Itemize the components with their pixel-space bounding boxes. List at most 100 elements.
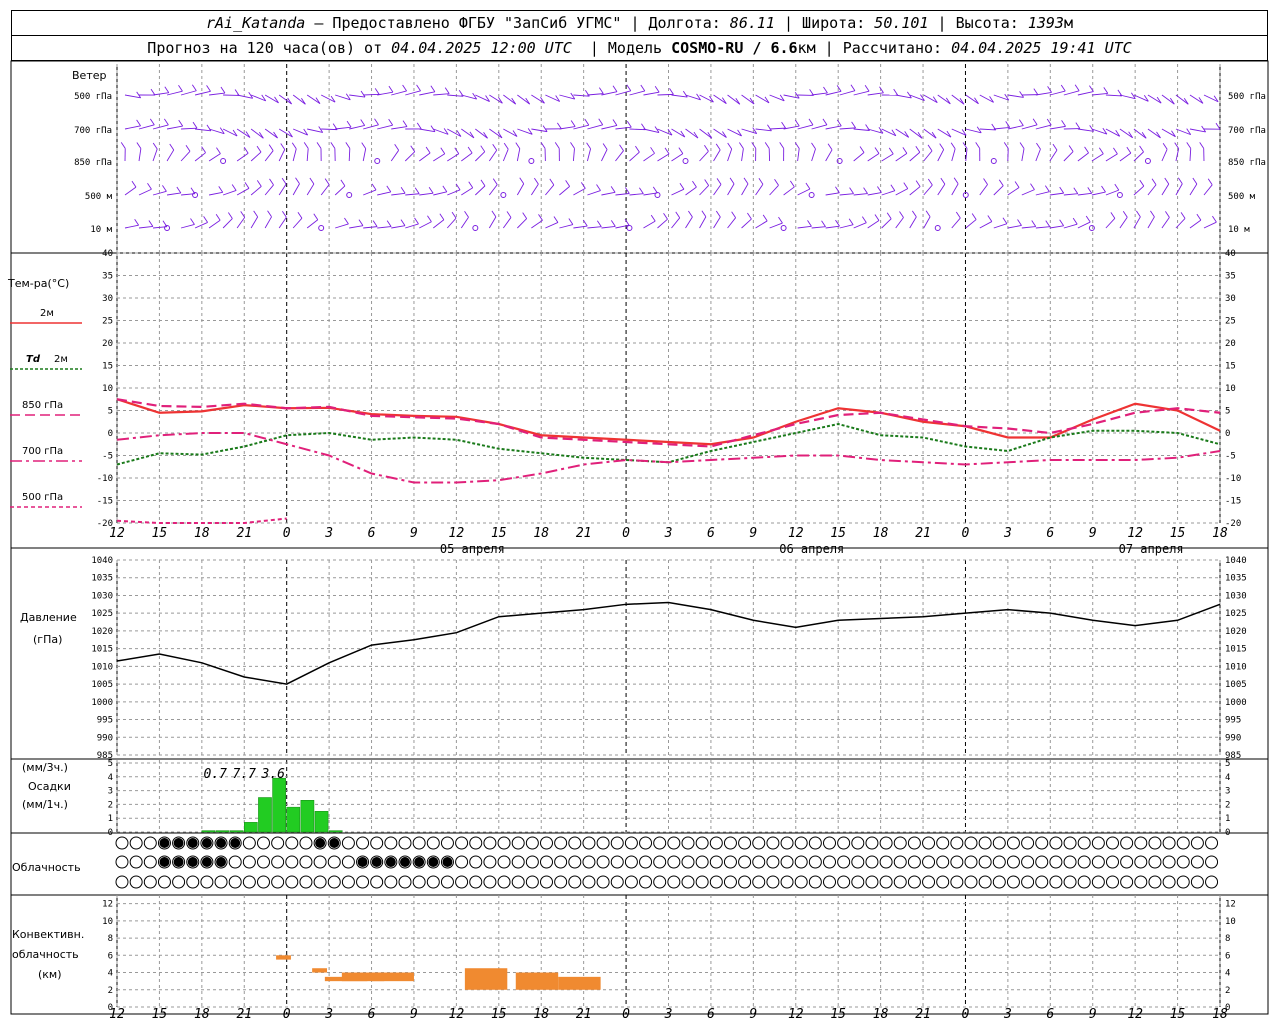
- wind-barb: [1035, 191, 1050, 196]
- wind-barb-feather: [164, 86, 170, 93]
- wind-calm: [808, 192, 815, 198]
- wind-barb-feather: [178, 84, 183, 92]
- wind-barb-feather: [402, 120, 408, 127]
- wind-barb: [1147, 128, 1161, 139]
- prec-tick-right: 3: [1225, 787, 1230, 797]
- wind-barb-feather: [515, 142, 521, 149]
- wind-barb: [741, 218, 752, 229]
- wind-barb-feather: [781, 121, 786, 129]
- wind-barb-feather: [414, 217, 419, 225]
- wind-barb-feather: [427, 215, 432, 223]
- wind-barb: [629, 90, 645, 96]
- wind-barb: [390, 150, 400, 162]
- wind-barb-feather: [346, 120, 352, 128]
- temp-tick-right: 25: [1225, 317, 1236, 327]
- wind-barb-feather: [374, 118, 379, 126]
- pres-tick-right: 1015: [1225, 645, 1247, 655]
- precip-bar: [258, 797, 272, 833]
- wind-calm: [990, 158, 997, 164]
- wind-barb-feather: [893, 88, 899, 96]
- cloud-fill: [173, 838, 184, 848]
- wind-barb: [587, 226, 602, 229]
- cloud-symbol: [299, 836, 313, 850]
- hour-tick: 18: [873, 1007, 889, 1022]
- cloud-symbol: [1006, 855, 1020, 869]
- wind-barb-feather: [540, 142, 546, 149]
- pres-tick-right: 1020: [1225, 627, 1247, 637]
- wind-barb: [488, 184, 498, 196]
- wind-barb: [1189, 219, 1202, 229]
- wind-barb: [797, 124, 814, 130]
- cloud-symbol: [893, 836, 907, 850]
- wind-barb-feather: [234, 89, 240, 96]
- prec-tick-right: 5: [1225, 759, 1230, 769]
- cloud-symbol: [1134, 855, 1148, 869]
- cloud-fill: [400, 857, 410, 867]
- wind-barb: [363, 189, 377, 196]
- cloud-symbol: [808, 836, 822, 850]
- wind-label: Ветер: [72, 69, 106, 82]
- wind-barb: [236, 152, 249, 162]
- wind-barb: [488, 216, 497, 229]
- wind-barb: [433, 153, 446, 162]
- wind-barb-feather: [1186, 142, 1192, 149]
- cloud-symbol: [186, 875, 200, 889]
- hour-tick: 21: [915, 526, 931, 541]
- wind-barb: [755, 128, 772, 132]
- wind-barb-feather: [468, 181, 474, 188]
- wind-barb: [909, 128, 923, 139]
- cloud-symbol: [653, 836, 667, 850]
- wind-barb: [1049, 192, 1064, 196]
- wind-barb-feather: [503, 142, 509, 150]
- conv-segment: [515, 972, 559, 990]
- hour-tick: 21: [576, 1007, 592, 1022]
- cloud-symbol: [667, 875, 681, 889]
- wind-barb: [1021, 124, 1038, 130]
- cloud-symbol: [695, 875, 709, 889]
- wind-barb: [349, 94, 366, 98]
- hour-tick: 21: [236, 1007, 252, 1022]
- cloud-symbol: [172, 875, 186, 889]
- cloud-symbol: [794, 875, 808, 889]
- pres-tick-right: 995: [1225, 716, 1241, 726]
- wind-barb-feather: [1075, 122, 1081, 129]
- wind-barb-feather: [805, 182, 811, 190]
- wind-barb: [559, 126, 576, 130]
- wind-barb: [1189, 148, 1192, 162]
- wind-barb: [755, 94, 770, 104]
- wind-barb: [250, 186, 262, 196]
- cloud-symbol: [1063, 855, 1077, 869]
- wind-barb-feather: [388, 85, 394, 93]
- wind-barb: [124, 186, 137, 196]
- cloud-symbol: [978, 855, 992, 869]
- cloud-symbol: [1205, 836, 1219, 850]
- cloud-symbol: [1120, 875, 1134, 889]
- wind-barb: [586, 148, 592, 162]
- cloud-symbol: [1021, 836, 1035, 850]
- wind-barb: [166, 90, 183, 96]
- wind-barb: [334, 185, 346, 196]
- cloud-fill: [201, 857, 212, 867]
- wind-barb: [138, 188, 152, 196]
- wind-barb: [278, 128, 293, 138]
- wind-barb-feather: [835, 186, 840, 194]
- wind-barb: [264, 94, 279, 104]
- hour-tick: 18: [1212, 1007, 1228, 1022]
- hour-tick: 21: [915, 1007, 931, 1022]
- wind-barb-feather: [227, 212, 233, 219]
- wind-barb-feather: [1098, 147, 1104, 154]
- cloud-symbol: [582, 875, 596, 889]
- wind-barb: [208, 191, 223, 196]
- hour-tick: 12: [788, 526, 804, 541]
- wind-barb: [502, 149, 509, 162]
- wind-barb-feather: [178, 119, 184, 127]
- cloud-symbol: [143, 855, 157, 869]
- wind-barb-feather: [835, 219, 840, 227]
- hour-tick: 18: [533, 526, 549, 541]
- conv-segment: [276, 955, 291, 960]
- wind-calm: [934, 225, 941, 231]
- wind-barb: [881, 153, 894, 162]
- wind-barb: [629, 151, 640, 162]
- temperature-panel: [10, 322, 1221, 524]
- wind-barb: [194, 90, 211, 96]
